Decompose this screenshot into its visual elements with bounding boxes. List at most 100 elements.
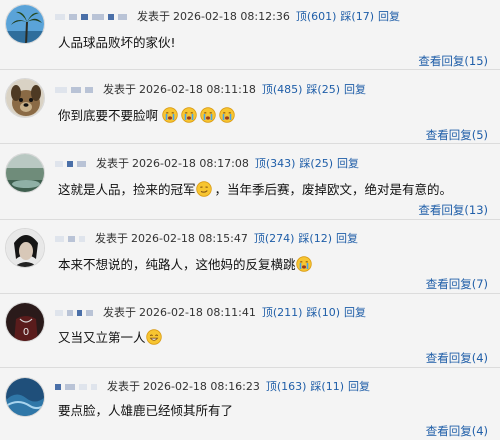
downvote-label: 踩 (298, 232, 310, 245)
comment-meta: 发表于 2026-02-18 08:17:08 顶(343) 踩(25) 回复 (55, 157, 363, 171)
crying-face-emoji (200, 107, 216, 123)
view-replies-link[interactable]: 查看回复(4) (426, 423, 488, 439)
downvote-label: 踩 (299, 157, 311, 170)
downvote-button[interactable]: 踩(10) (306, 306, 340, 319)
view-replies-link[interactable]: 查看回复(15) (418, 53, 488, 69)
comment-text: 要点脸，人雄鹿已经倾其所有了 (58, 403, 234, 418)
reply-button[interactable]: 回复 (344, 306, 366, 319)
comment-text: 又当又立第一人 (58, 329, 165, 346)
posted-label: 发表于 (96, 157, 129, 170)
landscape-avatar-icon[interactable] (5, 153, 45, 193)
comment-text-body: 你到底要不要脸啊 (58, 108, 159, 123)
comment-item: 发表于 2026-02-18 08:15:47 顶(274) 踩(12) 回复 本来不想… (0, 220, 500, 294)
timestamp: 2026-02-18 08:16:23 (143, 380, 260, 393)
downvote-count: (25) (317, 83, 341, 96)
timestamp: 2026-02-18 08:11:18 (139, 83, 256, 96)
upvote-button[interactable]: 顶(211) (262, 306, 303, 319)
downvote-label: 踩 (306, 83, 318, 96)
comment-item: 发表于 2026-02-18 08:11:18 顶(485) 踩(25) 回复 你到底要… (0, 70, 500, 144)
crying-face-emoji (296, 256, 312, 272)
comment-text: 人品球品败坏的家伙! (58, 35, 176, 50)
upvote-button[interactable]: 顶(274) (254, 232, 295, 245)
upvote-button[interactable]: 顶(343) (255, 157, 296, 170)
posted-label: 发表于 (107, 380, 140, 393)
posted-label: 发表于 (103, 306, 136, 319)
upvote-count: (211) (272, 306, 303, 319)
comment-text-body: 又当又立第一人 (58, 330, 146, 345)
comment-meta: 发表于 2026-02-18 08:12:36 顶(601) 踩(17) 回复 (55, 10, 404, 24)
downvote-count: (17) (351, 10, 375, 23)
ocean-avatar-icon[interactable] (5, 377, 45, 417)
comment-text: 你到底要不要脸啊 (58, 107, 238, 124)
timestamp: 2026-02-18 08:17:08 (132, 157, 249, 170)
comment-item: 发表于 2026-02-18 08:12:36 顶(601) 踩(17) 回复 人品球品… (0, 0, 500, 70)
upvote-label: 顶 (295, 10, 307, 23)
upvote-count: (163) (276, 380, 307, 393)
reply-button[interactable]: 回复 (336, 232, 358, 245)
timestamp: 2026-02-18 08:12:36 (173, 10, 290, 23)
masked-username (55, 83, 97, 97)
comment-meta: 发表于 2026-02-18 08:11:41 顶(211) 踩(10) 回复 (55, 306, 370, 320)
reply-button[interactable]: 回复 (378, 10, 400, 23)
smirk-face-emoji (196, 181, 212, 197)
downvote-button[interactable]: 踩(12) (298, 232, 332, 245)
view-replies-link[interactable]: 查看回复(5) (426, 127, 488, 143)
downvote-label: 踩 (310, 380, 322, 393)
crying-face-emoji (162, 107, 178, 123)
grinning-face-emoji (146, 329, 162, 345)
crying-face-emoji (219, 107, 235, 123)
upvote-label: 顶 (254, 157, 266, 170)
timestamp: 2026-02-18 08:15:47 (131, 232, 248, 245)
crying-face-emoji (181, 107, 197, 123)
timestamp: 2026-02-18 08:11:41 (139, 306, 256, 319)
downvote-button[interactable]: 踩(25) (299, 157, 333, 170)
reply-button[interactable]: 回复 (337, 157, 359, 170)
reply-button[interactable]: 回复 (348, 380, 370, 393)
downvote-label: 踩 (306, 306, 318, 319)
dog-avatar-icon[interactable] (5, 78, 45, 118)
masked-username (55, 380, 101, 394)
upvote-button[interactable]: 顶(601) (296, 10, 337, 23)
posted-label: 发表于 (103, 83, 136, 96)
reply-button[interactable]: 回复 (344, 83, 366, 96)
masked-username (55, 232, 89, 246)
comment-meta: 发表于 2026-02-18 08:16:23 顶(163) 踩(11) 回复 (55, 380, 374, 394)
upvote-button[interactable]: 顶(163) (266, 380, 307, 393)
downvote-button[interactable]: 踩(25) (306, 83, 340, 96)
comment-text-part2: ，当年季后赛，废掉欧文，绝对是有意的。 (214, 182, 453, 197)
upvote-count: (343) (265, 157, 296, 170)
downvote-count: (25) (310, 157, 334, 170)
view-replies-link[interactable]: 查看回复(13) (418, 202, 488, 218)
posted-label: 发表于 (95, 232, 128, 245)
downvote-count: (10) (317, 306, 341, 319)
comment-list: 发表于 2026-02-18 08:12:36 顶(601) 踩(17) 回复 人品球品… (0, 0, 500, 440)
downvote-label: 踩 (340, 10, 352, 23)
comment-item: 发表于 2026-02-18 08:16:23 顶(163) 踩(11) 回复 要点脸，… (0, 368, 500, 440)
upvote-label: 顶 (261, 306, 273, 319)
comment-text: 这就是人品，捡来的冠军 ，当年季后赛，废掉欧文，绝对是有意的。 (58, 181, 452, 198)
masked-username (55, 157, 90, 171)
comment-meta: 发表于 2026-02-18 08:15:47 顶(274) 踩(12) 回复 (55, 232, 362, 246)
posted-label: 发表于 (137, 10, 170, 23)
upvote-button[interactable]: 顶(485) (262, 83, 303, 96)
comment-item: 发表于 2026-02-18 08:17:08 顶(343) 踩(25) 回复 这就是人… (0, 144, 500, 220)
comment-text-body: 本来不想说的，纯路人，这他妈的反复横跳 (58, 257, 296, 272)
downvote-count: (12) (309, 232, 333, 245)
view-replies-link[interactable]: 查看回复(7) (426, 276, 488, 292)
svg-text:0: 0 (23, 327, 29, 338)
upvote-label: 顶 (265, 380, 277, 393)
upvote-count: (274) (264, 232, 295, 245)
masked-username (55, 10, 131, 24)
comment-item: 0 发表于 2026-02-18 08:11:41 顶(211) 踩(10) 回复 又当… (0, 294, 500, 368)
view-replies-link[interactable]: 查看回复(4) (426, 350, 488, 366)
upvote-count: (601) (306, 10, 337, 23)
upvote-label: 顶 (261, 83, 273, 96)
comment-text: 本来不想说的，纯路人，这他妈的反复横跳 (58, 256, 315, 273)
palm-tree-avatar-icon[interactable] (5, 4, 45, 44)
comment-meta: 发表于 2026-02-18 08:11:18 顶(485) 踩(25) 回复 (55, 83, 370, 97)
downvote-button[interactable]: 踩(17) (340, 10, 374, 23)
comment-text-part1: 这就是人品，捡来的冠军 (58, 182, 196, 197)
downvote-button[interactable]: 踩(11) (310, 380, 344, 393)
jersey-avatar-icon[interactable]: 0 (5, 302, 45, 342)
portrait-avatar-icon[interactable] (5, 228, 45, 268)
